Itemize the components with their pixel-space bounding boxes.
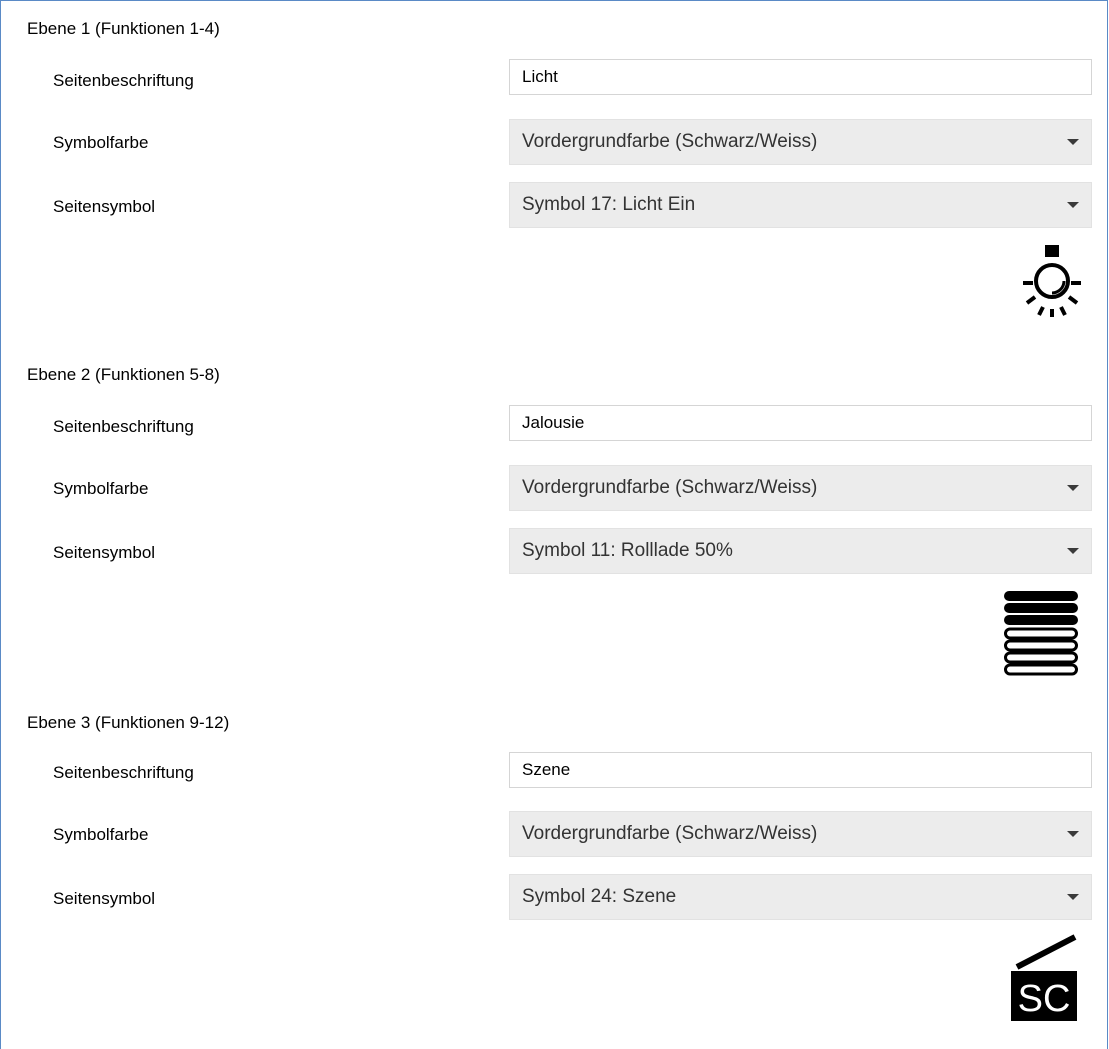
roller-shutter-50-icon [1003,589,1079,679]
symbol-label-ebene-2: Seitensymbol [53,543,156,562]
symbol-select-ebene-2[interactable]: Symbol 11: Rolllade 50% [509,528,1092,574]
symbol-select-value: Symbol 11: Rolllade 50% [522,540,733,561]
symbol-select-value: Symbol 24: Szene [522,886,677,907]
color-select-value: Vordergrundfarbe (Schwarz/Weiss) [522,823,818,844]
symbol-select-ebene-1[interactable]: Symbol 17: Licht Ein [509,182,1092,228]
section-title-ebene-1: Ebene 1 (Funktionen 1-4) [27,19,220,38]
settings-panel: Ebene 1 (Funktionen 1-4) Seitenbeschrift… [0,0,1108,1049]
chevron-down-icon [1067,894,1079,900]
color-select-ebene-1[interactable]: Vordergrundfarbe (Schwarz/Weiss) [509,119,1092,165]
chevron-down-icon [1067,202,1079,208]
symbol-label-ebene-1: Seitensymbol [53,197,156,216]
color-label-ebene-1: Symbolfarbe [53,133,149,152]
color-label-ebene-3: Symbolfarbe [53,825,149,844]
caption-input-ebene-3[interactable]: Szene [509,752,1092,788]
scene-clapper-icon: SC [1009,933,1081,1023]
color-select-value: Vordergrundfarbe (Schwarz/Weiss) [522,477,818,498]
caption-input-ebene-2[interactable]: Jalousie [509,405,1092,441]
scene-icon-text: SC [1018,978,1071,1020]
symbol-select-ebene-3[interactable]: Symbol 24: Szene [509,874,1092,920]
section-title-ebene-2: Ebene 2 (Funktionen 5-8) [27,365,220,384]
caption-label-ebene-3: Seitenbeschriftung [53,763,194,782]
section-title-ebene-3: Ebene 3 (Funktionen 9-12) [27,713,230,732]
caption-label-ebene-2: Seitenbeschriftung [53,417,194,436]
color-select-ebene-3[interactable]: Vordergrundfarbe (Schwarz/Weiss) [509,811,1092,857]
chevron-down-icon [1067,139,1079,145]
chevron-down-icon [1067,831,1079,837]
color-label-ebene-2: Symbolfarbe [53,479,149,498]
color-select-ebene-2[interactable]: Vordergrundfarbe (Schwarz/Weiss) [509,465,1092,511]
chevron-down-icon [1067,548,1079,554]
color-select-value: Vordergrundfarbe (Schwarz/Weiss) [522,131,818,152]
chevron-down-icon [1067,485,1079,491]
symbol-select-value: Symbol 17: Licht Ein [522,194,696,215]
light-bulb-on-icon [1021,241,1085,329]
caption-label-ebene-1: Seitenbeschriftung [53,71,194,90]
symbol-label-ebene-3: Seitensymbol [53,889,156,908]
caption-input-ebene-1[interactable]: Licht [509,59,1092,95]
